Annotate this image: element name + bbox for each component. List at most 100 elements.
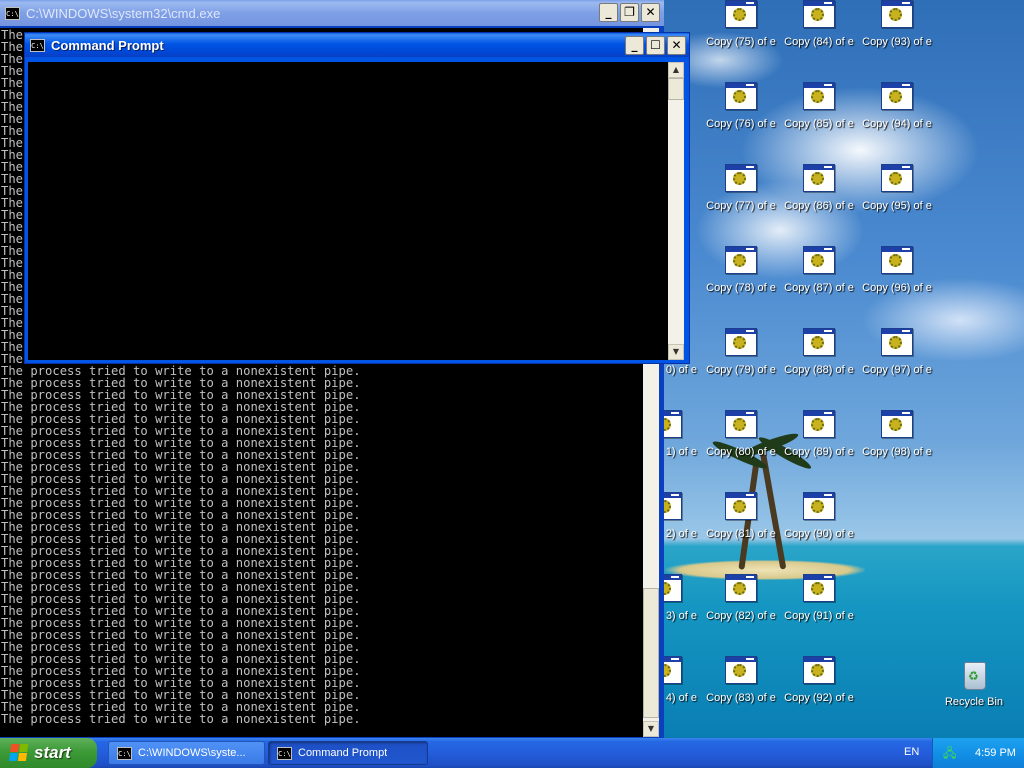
desktop-shortcut-label: Copy (87) of e (784, 282, 854, 294)
desktop-shortcut-icon[interactable]: Copy (90) of e (780, 492, 858, 552)
desktop-shortcut-icon[interactable]: Copy (88) of e (780, 328, 858, 388)
scroll-down-button[interactable]: ▼ (643, 721, 659, 737)
desktop-shortcut-label: Copy (92) of e (784, 692, 854, 704)
desktop-shortcut-icon[interactable]: Copy (91) of e (780, 574, 858, 634)
desktop-shortcut-icon[interactable]: Copy (97) of e (858, 328, 936, 388)
taskbar-item-command-prompt[interactable]: C:\ Command Prompt (268, 741, 428, 765)
close-button[interactable]: ✕ (667, 36, 686, 55)
desktop-shortcut-icon[interactable]: Copy (87) of e (780, 246, 858, 306)
desktop-shortcut-label: Copy (93) of e (862, 36, 932, 48)
desktop-shortcut-label: Copy (97) of e (862, 364, 932, 376)
system-tray: 🖧 4:59 PM (932, 738, 1024, 768)
exe-icon (803, 0, 835, 30)
desktop-shortcut-label: Copy (83) of e (706, 692, 776, 704)
exe-icon (725, 328, 757, 358)
exe-icon (803, 82, 835, 112)
clock[interactable]: 4:59 PM (975, 747, 1016, 759)
taskbar-item-label: Command Prompt (298, 747, 388, 759)
desktop-shortcut-icon[interactable]: Copy (86) of e (780, 164, 858, 224)
desktop-shortcut-label: Copy (84) of e (784, 36, 854, 48)
desktop-shortcut-label: Copy (96) of e (862, 282, 932, 294)
command-prompt-scrollbar[interactable]: ▲ ▼ (668, 62, 684, 360)
command-prompt-titlebar[interactable]: C:\ Command Prompt _ ☐ ✕ (25, 33, 689, 57)
exe-icon (803, 164, 835, 194)
desktop-shortcut-icon[interactable]: Copy (94) of e (858, 82, 936, 142)
desktop-shortcut-icon[interactable]: Copy (80) of e (702, 410, 780, 470)
desktop-shortcut-icon[interactable]: Copy (95) of e (858, 164, 936, 224)
desktop-shortcut-icon[interactable]: Copy (82) of e (702, 574, 780, 634)
cmd-exe-titlebar[interactable]: C:\ C:\WINDOWS\system32\cmd.exe _ ❐ ✕ (0, 0, 664, 26)
exe-icon (881, 0, 913, 30)
exe-icon (725, 492, 757, 522)
cmd-exe-title: C:\WINDOWS\system32\cmd.exe (26, 5, 221, 21)
desktop-shortcut-icon[interactable]: Copy (85) of e (780, 82, 858, 142)
desktop-shortcut-icon[interactable]: Copy (92) of e (780, 656, 858, 716)
recycle-bin-icon-image: ♻ (959, 656, 989, 690)
exe-icon (725, 82, 757, 112)
cmd-exe-scroll-thumb[interactable] (643, 588, 659, 718)
exe-icon (725, 0, 757, 30)
command-prompt-console[interactable] (28, 62, 668, 360)
restore-button[interactable]: ❐ (620, 3, 639, 22)
desktop-shortcut-icon[interactable]: Copy (89) of e (780, 410, 858, 470)
exe-icon (725, 246, 757, 276)
start-button[interactable]: start (0, 738, 97, 768)
exe-icon (803, 246, 835, 276)
minimize-button[interactable]: _ (599, 3, 618, 22)
taskbar: start C:\ C:\WINDOWS\syste... C:\ Comman… (0, 738, 1024, 768)
command-prompt-scroll-thumb[interactable] (668, 78, 684, 100)
exe-icon (725, 164, 757, 194)
minimize-button[interactable]: _ (625, 36, 644, 55)
scroll-up-button[interactable]: ▲ (668, 62, 684, 78)
desktop-shortcut-label: Copy (78) of e (706, 282, 776, 294)
desktop-shortcut-icon[interactable]: Copy (76) of e (702, 82, 780, 142)
exe-icon (725, 656, 757, 686)
desktop-shortcut-label: Copy (98) of e (862, 446, 932, 458)
desktop-shortcut-label: Copy (85) of e (784, 118, 854, 130)
taskbar-item-cmd-exe[interactable]: C:\ C:\WINDOWS\syste... (108, 741, 265, 765)
windows-logo-icon (8, 744, 30, 762)
recycle-bin-icon[interactable]: ♻ Recycle Bin (935, 656, 1013, 716)
command-prompt-window[interactable]: C:\ Command Prompt _ ☐ ✕ ▲ ▼ (24, 32, 690, 364)
desktop-shortcut-label: Copy (86) of e (784, 200, 854, 212)
close-button[interactable]: ✕ (641, 3, 660, 22)
exe-icon (725, 574, 757, 604)
taskbar-item-label: C:\WINDOWS\syste... (138, 747, 246, 759)
desktop-shortcut-icon[interactable]: Copy (75) of e (702, 0, 780, 60)
desktop-shortcut-icon[interactable]: Copy (79) of e (702, 328, 780, 388)
command-prompt-title: Command Prompt (51, 37, 164, 53)
exe-icon (803, 410, 835, 440)
desktop-shortcut-label: Copy (81) of e (706, 528, 776, 540)
desktop-shortcut-label: Copy (89) of e (784, 446, 854, 458)
desktop-shortcut-icon[interactable]: Copy (98) of e (858, 410, 936, 470)
desktop-shortcut-icon[interactable]: Copy (77) of e (702, 164, 780, 224)
start-label: start (34, 743, 71, 762)
desktop-shortcut-icon[interactable]: Copy (93) of e (858, 0, 936, 60)
network-icon[interactable]: 🖧 (943, 746, 959, 760)
desktop-shortcut-label: Copy (79) of e (706, 364, 776, 376)
desktop-shortcut-label: Copy (90) of e (784, 528, 854, 540)
exe-icon (881, 164, 913, 194)
desktop-shortcut-icon[interactable]: Copy (78) of e (702, 246, 780, 306)
exe-icon (803, 574, 835, 604)
desktop-shortcut-icon[interactable]: Copy (96) of e (858, 246, 936, 306)
exe-icon (881, 82, 913, 112)
exe-icon (881, 246, 913, 276)
scroll-down-button[interactable]: ▼ (668, 344, 684, 360)
desktop-shortcut-label: Copy (80) of e (706, 446, 776, 458)
desktop-shortcut-icon[interactable]: Copy (84) of e (780, 0, 858, 60)
desktop-shortcut-label: Copy (75) of e (706, 36, 776, 48)
desktop-shortcut-icon[interactable]: Copy (83) of e (702, 656, 780, 716)
language-indicator[interactable]: EN (904, 746, 919, 758)
maximize-button[interactable]: ☐ (646, 36, 665, 55)
cmd-icon: C:\ (277, 746, 292, 760)
desktop-shortcut-label: Copy (91) of e (784, 610, 854, 622)
exe-icon (803, 656, 835, 686)
desktop-shortcut-label: Copy (76) of e (706, 118, 776, 130)
cmd-icon: C:\ (117, 746, 132, 760)
exe-icon (881, 328, 913, 358)
desktop-shortcut-label: Copy (95) of e (862, 200, 932, 212)
desktop-shortcut-icon[interactable]: Copy (81) of e (702, 492, 780, 552)
cmd-icon: C:\ (30, 38, 45, 52)
cmd-icon: C:\ (5, 6, 20, 20)
